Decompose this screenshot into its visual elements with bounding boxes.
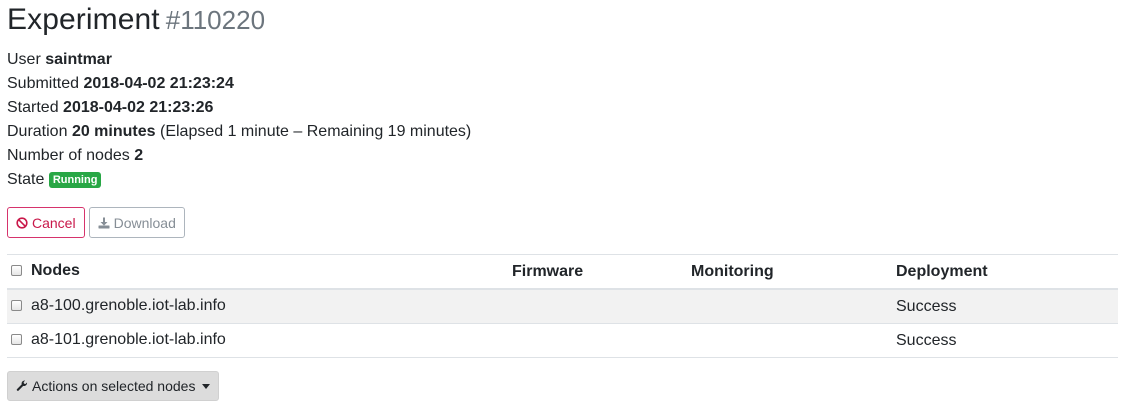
node-monitoring (691, 324, 896, 358)
row-checkbox[interactable] (11, 334, 22, 346)
node-deployment: Success (896, 331, 957, 349)
info-started-value: 2018-04-02 21:23:26 (63, 99, 214, 116)
info-duration: Duration 20 minutes (Elapsed 1 minute – … (7, 120, 471, 144)
caret-down-icon (202, 383, 211, 389)
info-user-label: User (7, 51, 41, 68)
wrench-icon (16, 380, 28, 392)
info-user: User saintmar (7, 48, 471, 72)
ban-icon (16, 216, 28, 229)
page-title: Experiment #110220 (7, 3, 265, 43)
select-all-checkbox[interactable] (11, 265, 22, 277)
header-nodes: Nodes (7, 255, 512, 290)
download-button[interactable]: Download (88, 207, 185, 238)
node-deployment: Success (896, 297, 957, 315)
download-button-label: Download (113, 214, 176, 231)
info-nodes: Number of nodes 2 (7, 144, 471, 168)
download-icon (98, 217, 110, 229)
header-deployment: Deployment (896, 262, 988, 280)
cancel-button[interactable]: Cancel (7, 207, 85, 238)
info-duration-value: 20 minutes (71, 123, 156, 140)
node-firmware (512, 289, 691, 324)
info-submitted-value: 2018-04-02 21:23:24 (83, 75, 234, 92)
info-nodes-label: Number of nodes (7, 147, 130, 164)
page-title-text: Experiment (7, 3, 160, 36)
info-duration-label: Duration (7, 123, 68, 140)
header-nodes-label: Nodes (31, 261, 80, 279)
status-badge: Running (48, 172, 102, 188)
info-duration-detail: (Elapsed 1 minute – Remaining 19 minutes… (159, 123, 472, 140)
table-row: a8-101.grenoble.iot-lab.info Success (7, 324, 1118, 358)
info-nodes-value: 2 (134, 147, 144, 164)
node-name: a8-100.grenoble.iot-lab.info (31, 296, 226, 314)
header-firmware: Firmware (512, 262, 584, 280)
actions-label: Actions on selected nodes (32, 378, 196, 394)
table-row: a8-100.grenoble.iot-lab.info Success (7, 289, 1118, 324)
table-header-row: Nodes Firmware Monitoring Deployment (7, 254, 1118, 290)
row-checkbox[interactable] (11, 300, 22, 312)
info-submitted: Submitted 2018-04-02 21:23:24 (7, 72, 471, 96)
experiment-id: #110220 (165, 5, 266, 35)
info-started-label: Started (7, 99, 59, 116)
experiment-actions: Cancel Download (7, 207, 185, 238)
cancel-button-label: Cancel (32, 214, 76, 231)
node-monitoring (691, 289, 896, 324)
info-state: State Running (7, 168, 471, 192)
experiment-info: User saintmar Submitted 2018-04-02 21:23… (7, 48, 471, 192)
header-monitoring: Monitoring (691, 262, 774, 280)
info-started: Started 2018-04-02 21:23:26 (7, 96, 471, 120)
node-firmware (512, 324, 691, 358)
nodes-table: Nodes Firmware Monitoring Deployment a8-… (7, 254, 1118, 358)
info-submitted-label: Submitted (7, 75, 80, 92)
info-user-value: saintmar (45, 51, 112, 68)
node-name: a8-101.grenoble.iot-lab.info (31, 330, 226, 348)
info-state-label: State (7, 171, 45, 188)
actions-dropdown-button[interactable]: Actions on selected nodes (7, 371, 220, 401)
